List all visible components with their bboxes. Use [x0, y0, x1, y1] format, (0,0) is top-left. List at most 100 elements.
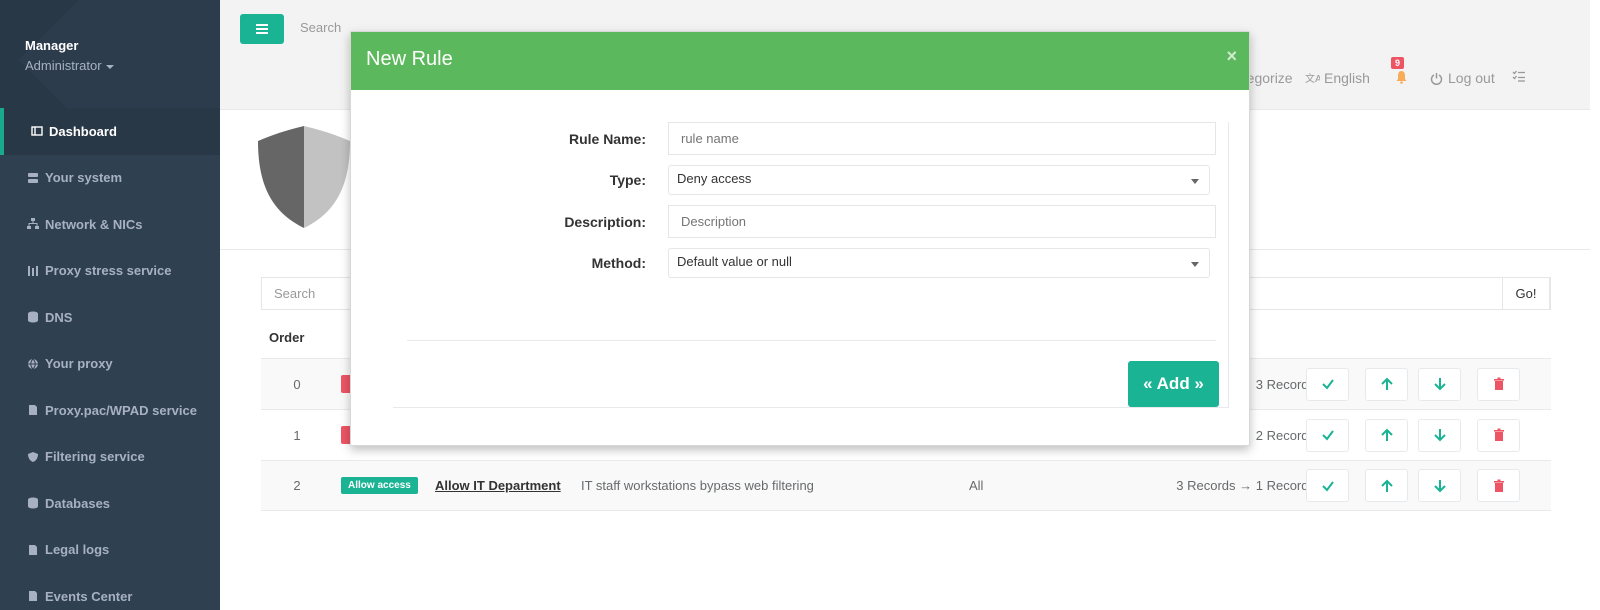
dashboard-icon — [31, 125, 43, 137]
database-icon — [27, 497, 39, 509]
translate-icon: 文A — [1305, 72, 1320, 85]
sidebar-item-databases[interactable]: Databases — [0, 480, 220, 527]
modal-form: Rule Name: Type: Deny access Description… — [393, 122, 1229, 408]
move-up-button[interactable] — [1365, 469, 1408, 502]
delete-button[interactable] — [1477, 367, 1520, 401]
sidebar: Manager Administrator Dashboard Your syst… — [0, 0, 220, 610]
sidebar-item-label: Your proxy — [45, 356, 113, 372]
select-arrow-icon — [1191, 179, 1199, 184]
rule-name-link[interactable]: Allow IT Department — [435, 478, 561, 493]
form-divider — [407, 340, 1216, 341]
sidebar-item-events-center[interactable]: Events Center — [0, 573, 220, 610]
language-label: English — [1324, 70, 1370, 86]
row-order: 0 — [293, 376, 301, 392]
type-select[interactable]: Deny access — [668, 165, 1210, 195]
type-select-value: Deny access — [677, 171, 752, 186]
arrow-down-icon — [1433, 429, 1446, 442]
rule-description: IT staff workstations bypass web filteri… — [581, 478, 814, 493]
sitemap-icon — [27, 218, 39, 230]
top-search-input[interactable]: Search — [300, 20, 341, 35]
move-down-button[interactable] — [1418, 367, 1461, 401]
move-down-button[interactable] — [1418, 469, 1461, 502]
arrow-down-icon — [1433, 378, 1446, 391]
arrow-down-icon — [1433, 479, 1446, 492]
logout-label: Log out — [1448, 70, 1495, 86]
row-order: 1 — [293, 427, 301, 443]
check-icon — [1321, 430, 1334, 441]
trash-icon — [1493, 428, 1504, 441]
modal-header: New Rule × — [351, 32, 1249, 90]
sidebar-item-legal-logs[interactable]: Legal logs — [0, 527, 220, 574]
type-label: Type: — [609, 172, 646, 188]
sidebar-item-your-proxy[interactable]: Your proxy — [0, 341, 220, 388]
profile-name: Manager — [25, 38, 79, 53]
method-label: Method: — [591, 255, 646, 271]
rule-type-badge: Allow access — [341, 477, 418, 494]
sidebar-item-dashboard[interactable]: Dashboard — [0, 108, 220, 155]
description-input[interactable] — [668, 205, 1216, 238]
description-label: Description: — [564, 213, 646, 230]
tasks-button[interactable] — [1512, 70, 1526, 82]
sidebar-item-label: Your system — [45, 170, 123, 186]
profile-block: Manager Administrator — [0, 0, 220, 108]
go-button[interactable]: Go! — [1502, 277, 1550, 310]
hamburger-icon — [256, 28, 268, 30]
enable-button[interactable] — [1306, 367, 1349, 401]
notifications-button[interactable]: 9 — [1391, 57, 1408, 84]
enable-button[interactable] — [1306, 469, 1349, 502]
sidebar-item-dns[interactable]: DNS — [0, 294, 220, 341]
sidebar-item-filtering-service[interactable]: Filtering service — [0, 434, 220, 481]
rule-name-input[interactable] — [668, 122, 1216, 155]
sidebar-item-label: Events Center — [45, 588, 133, 604]
enable-button[interactable] — [1306, 418, 1349, 452]
globe-icon — [27, 358, 39, 370]
sidebar-item-label: Databases — [45, 495, 111, 511]
profile-role-dropdown[interactable]: Administrator — [25, 58, 220, 73]
sidebar-item-label: DNS — [45, 309, 73, 325]
add-button[interactable]: « Add » — [1128, 361, 1219, 407]
arrow-up-icon — [1380, 479, 1393, 492]
rule-name-row: Rule Name: — [393, 122, 1229, 155]
table-search-placeholder: Search — [274, 286, 316, 301]
menu-toggle-button[interactable] — [240, 14, 284, 44]
move-up-button[interactable] — [1365, 367, 1408, 401]
select-arrow-icon — [1191, 262, 1199, 267]
file-icon — [27, 544, 39, 556]
shield-icon — [27, 451, 39, 463]
delete-button[interactable] — [1477, 418, 1520, 452]
bell-icon — [1396, 71, 1407, 84]
trash-icon — [1493, 377, 1504, 390]
arrow-up-icon — [1380, 377, 1393, 390]
logout-link[interactable]: Log out — [1430, 70, 1495, 86]
server-icon — [27, 172, 39, 184]
notifications-badge: 9 — [1391, 57, 1405, 69]
file-icon — [27, 404, 39, 416]
move-up-button[interactable] — [1365, 418, 1408, 452]
move-down-button[interactable] — [1418, 418, 1461, 452]
sidebar-item-label: Proxy stress service — [45, 263, 172, 279]
sidebar-item-your-system[interactable]: Your system — [0, 155, 220, 202]
sidebar-item-label: Filtering service — [45, 449, 145, 465]
language-selector[interactable]: 文A English — [1305, 70, 1370, 86]
power-icon — [1430, 72, 1443, 85]
row-records: 3 Records → 1 Records — [1176, 478, 1315, 493]
delete-button[interactable] — [1477, 469, 1520, 502]
method-select[interactable]: Default value or null — [668, 248, 1210, 278]
sidebar-item-proxy-pac-wpad-service[interactable]: Proxy.pac/WPAD service — [0, 387, 220, 434]
sidebar-item-label: Legal logs — [45, 542, 110, 558]
sidebar-item-label: Proxy.pac/WPAD service — [45, 402, 197, 418]
stress-icon — [27, 265, 39, 277]
table-row: 2 Allow access Allow IT Department IT st… — [261, 460, 1551, 511]
close-icon[interactable]: × — [1226, 46, 1237, 67]
trash-icon — [1493, 479, 1504, 492]
sidebar-item-network-nics[interactable]: Network & NICs — [0, 201, 220, 248]
modal-title: New Rule — [366, 48, 453, 70]
tasks-icon — [1512, 70, 1525, 82]
svg-text:文A: 文A — [1305, 72, 1320, 85]
description-row: Description: — [393, 205, 1229, 238]
sidebar-item-label: Network & NICs — [45, 216, 143, 232]
row-order: 2 — [293, 478, 301, 493]
sidebar-item-proxy-stress-service[interactable]: Proxy stress service — [0, 248, 220, 295]
profile-role: Administrator — [25, 58, 102, 73]
arrow-up-icon — [1380, 428, 1393, 441]
